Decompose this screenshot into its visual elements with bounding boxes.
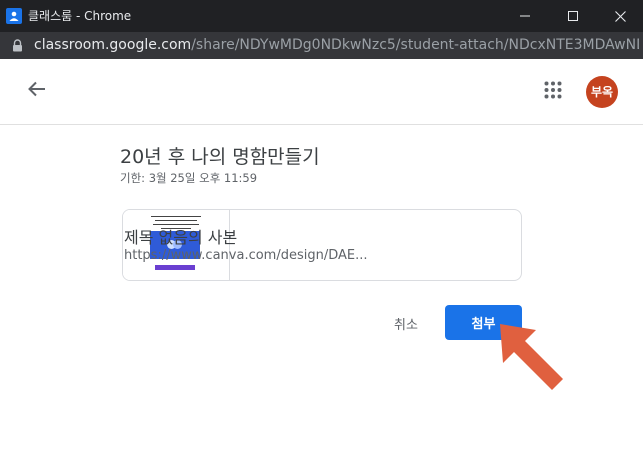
url-path: /share/NDYwMDg0NDkwNzc5/student-attach/N… [191,37,639,53]
cancel-button[interactable]: 취소 [380,306,432,340]
attachment-url: https://www.canva.com/design/DAE... [124,248,368,263]
window-title: 클래스룸 - Chrome [28,9,132,23]
maximize-button[interactable] [550,0,596,32]
avatar[interactable]: 부옥 [586,76,618,108]
person-icon [6,8,22,24]
lock-icon [12,39,23,56]
attachment-title: 제목 없음의 사본 [124,228,238,247]
google-apps-button[interactable] [538,77,568,107]
thumbnail-bar [155,265,195,270]
minimize-button[interactable] [502,0,548,32]
url-text[interactable]: classroom.google.com/share/NDYwMDg0NDkwN… [34,36,639,55]
back-button[interactable] [22,76,52,106]
assignment-title: 20년 후 나의 명함만들기 [120,146,320,168]
due-date: 기한: 3월 25일 오후 11:59 [120,171,258,185]
close-button[interactable] [597,0,643,32]
grid-dots-icon [544,81,562,103]
address-bar[interactable]: classroom.google.com/share/NDYwMDg0NDkwN… [0,32,643,59]
pointer-arrow-icon [498,322,568,396]
window-titlebar: 클래스룸 - Chrome [0,0,643,32]
url-host: classroom.google.com [34,37,192,53]
arrow-left-icon [28,81,46,101]
page-header: 부옥 [0,59,643,125]
